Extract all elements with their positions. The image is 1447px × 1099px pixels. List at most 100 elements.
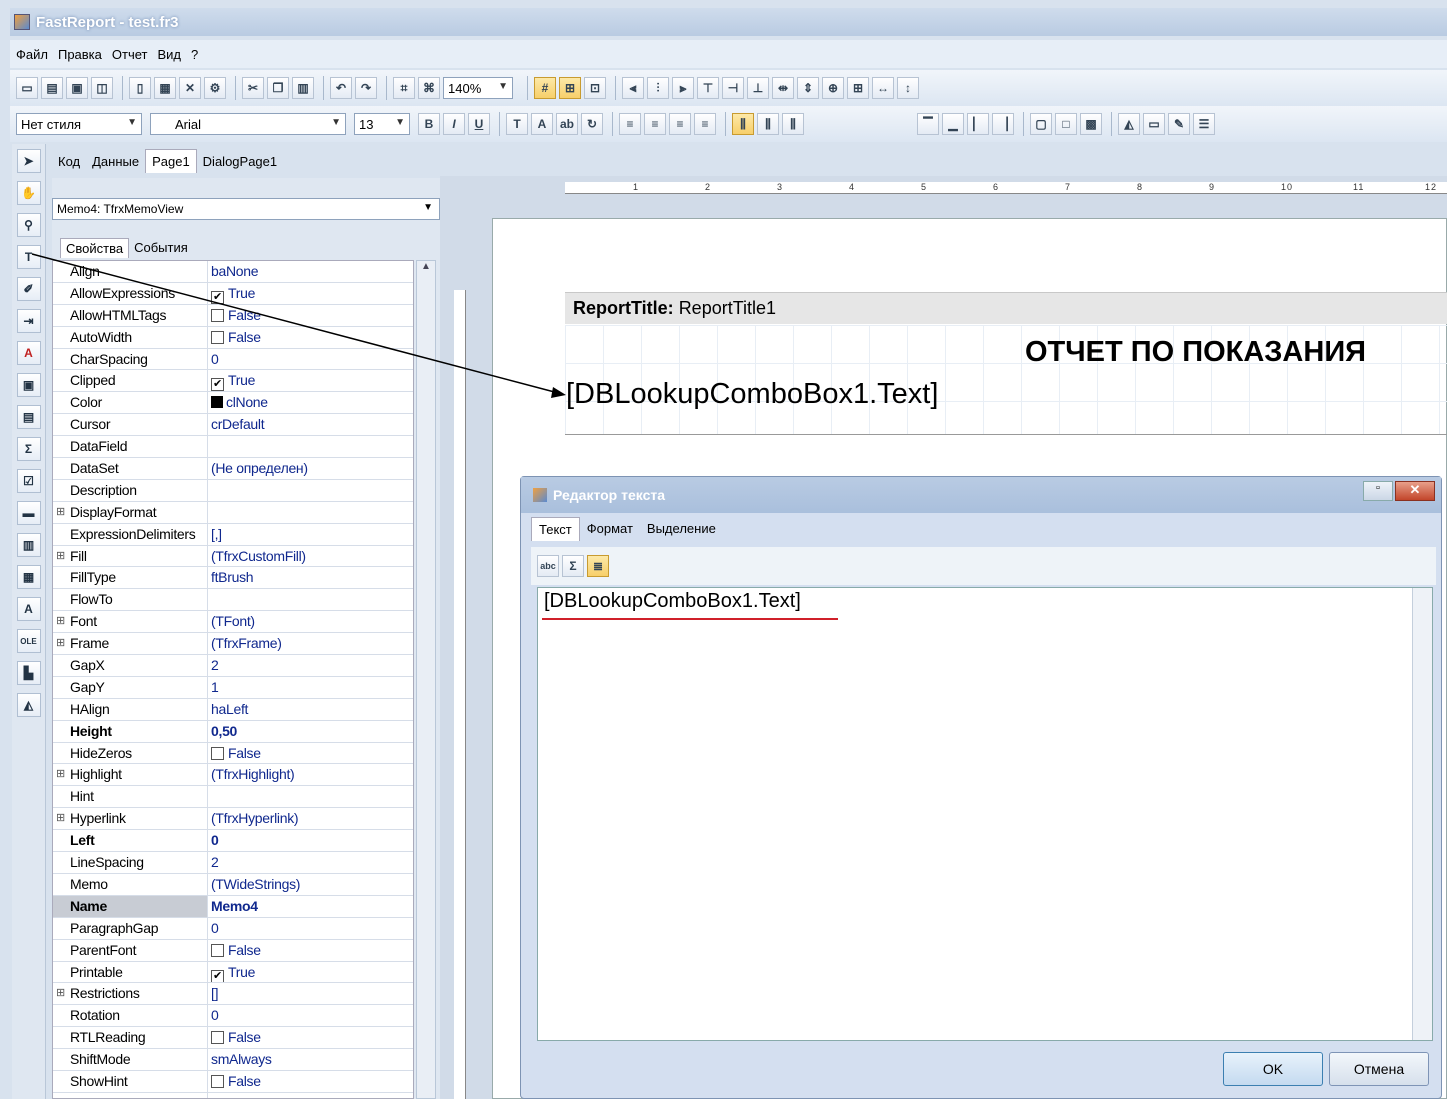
show-grid-icon[interactable]: # [534,77,556,99]
ungroup-icon[interactable]: ⌘ [418,77,440,99]
text-align-left-icon[interactable]: ≡ [619,113,641,135]
tab-format[interactable]: Формат [580,517,640,541]
property-value[interactable]: (TWideStrings) [208,874,413,895]
hand-tool-icon[interactable]: ✋ [16,181,41,205]
property-row[interactable]: ParagraphGap 0 [53,917,413,940]
property-value[interactable]: smAlways [208,1049,413,1070]
editor-scrollbar[interactable] [1412,588,1432,1040]
property-row[interactable]: DataField [53,436,413,459]
fill-color-icon[interactable]: ◭ [1118,113,1140,135]
align-top-icon[interactable]: ⊤ [697,77,719,99]
property-row[interactable]: Name Memo4 [53,895,413,918]
checkbox-object-icon[interactable]: ☑ [16,469,41,493]
restore-icon[interactable]: ▫ [1363,481,1393,501]
frame-left-icon[interactable]: ▏ [967,113,989,135]
space-vert-icon[interactable]: ⇕ [797,77,819,99]
memo4-object[interactable]: [DBLookupComboBox1.Text] [566,378,938,411]
property-row[interactable]: Highlight(TfrxHighlight) [53,764,413,787]
cancel-button[interactable]: Отмена [1329,1052,1429,1086]
tab-data[interactable]: Данные [86,150,145,173]
text-tool-icon[interactable]: T [16,245,41,269]
valign-center-icon[interactable]: ⫼ [757,113,779,135]
property-row[interactable]: Rotation 0 [53,1005,413,1028]
property-row[interactable]: Printable ✔ True [53,961,413,984]
insert-expression-icon[interactable]: abc [537,555,559,577]
property-value[interactable]: 1 [208,677,413,698]
cut-icon[interactable]: ✂ [242,77,264,99]
property-value[interactable] [208,589,413,610]
style-combo[interactable]: Нет стиля ▼ [16,113,142,135]
property-value[interactable]: [] [208,983,413,1004]
center-horz-icon[interactable]: ⊕ [822,77,844,99]
checkbox-icon[interactable] [211,308,224,322]
property-row[interactable]: GapY 1 [53,676,413,699]
property-value[interactable]: (TfrxHyperlink) [208,808,413,829]
frame-style-icon[interactable]: ✎ [1168,113,1190,135]
checkbox-icon[interactable]: ✔ [211,290,224,304]
property-row[interactable]: FillType ftBrush [53,567,413,590]
chart-object-icon[interactable]: ▙ [16,661,41,685]
frame-color-icon[interactable]: ▭ [1143,113,1165,135]
property-value[interactable]: 0,50 [208,721,413,742]
property-row[interactable]: Restrictions[] [53,983,413,1006]
checkbox-icon[interactable] [211,1031,224,1045]
save-icon[interactable]: ▣ [66,77,88,99]
center-vert-icon[interactable]: ⊞ [847,77,869,99]
close-icon[interactable]: ✕ [1395,481,1435,501]
line-object-icon[interactable]: ▬ [16,501,41,525]
property-value[interactable] [208,436,413,457]
property-value[interactable]: False [208,1027,413,1048]
picture-object-icon[interactable]: ▣ [16,373,41,397]
property-row[interactable]: CharSpacing 0 [53,348,413,371]
object-selector[interactable]: Memo4: TfrxMemoView ▼ [52,198,440,220]
property-value[interactable]: False [208,327,413,348]
same-height-icon[interactable]: ↕ [897,77,919,99]
property-row[interactable]: HideZeros False [53,742,413,765]
new-page-icon[interactable]: ▯ [129,77,151,99]
property-value[interactable]: haLeft [208,699,413,720]
editor-textarea[interactable]: [DBLookupComboBox1.Text] [537,587,1433,1041]
property-value[interactable]: (TfrxHighlight) [208,764,413,785]
property-value[interactable]: 2 [208,655,413,676]
subreport-icon[interactable]: ▤ [16,405,41,429]
checkbox-icon[interactable]: ✔ [211,969,224,983]
fit-to-grid-icon[interactable]: ⊡ [584,77,606,99]
word-wrap-icon[interactable]: ≣ [587,555,609,577]
checkbox-icon[interactable]: ✔ [211,378,224,392]
frame-width-icon[interactable]: ☰ [1193,113,1215,135]
checkbox-icon[interactable] [211,1074,224,1088]
band-header[interactable]: ReportTitle: ReportTitle1 [565,292,1447,324]
menu-view[interactable]: Вид [157,47,181,62]
menu-help[interactable]: ? [191,47,198,62]
ole-object-icon[interactable]: OLE [16,629,41,653]
new-dialog-icon[interactable]: ▦ [154,77,176,99]
property-value[interactable]: False [208,940,413,961]
tab-properties[interactable]: Свойства [60,238,130,258]
property-value[interactable]: False [208,305,413,326]
copy-icon[interactable]: ❐ [267,77,289,99]
text-object-icon[interactable]: A [16,341,41,365]
align-to-grid-icon[interactable]: ⊞ [559,77,581,99]
text-justify-icon[interactable]: ≡ [694,113,716,135]
property-value[interactable]: ✔ True [208,962,413,983]
property-row[interactable]: LineSpacing 2 [53,852,413,874]
rotation-icon[interactable]: ↻ [581,113,603,135]
property-row[interactable]: ShowHint False [53,1070,413,1093]
system-text-icon[interactable]: Σ [16,437,41,461]
report-title-text[interactable]: ОТЧЕТ ПО ПОКАЗАНИЯ [1025,336,1366,369]
checkbox-icon[interactable] [211,330,224,344]
ok-button[interactable]: OK [1223,1052,1323,1086]
align-bottom-icon[interactable]: ⊥ [747,77,769,99]
menu-report[interactable]: Отчет [112,47,148,62]
property-value[interactable]: smDontStretch [208,1093,413,1098]
property-row[interactable]: Cursor crDefault [53,414,413,437]
highlight-icon[interactable]: ab [556,113,578,135]
text-align-right-icon[interactable]: ≡ [669,113,691,135]
page-settings-icon[interactable]: ⚙ [204,77,226,99]
property-value[interactable]: ✔ True [208,370,413,392]
property-row[interactable]: Left 0 [53,830,413,853]
property-value[interactable]: (Не определен) [208,458,413,479]
property-row[interactable]: Clipped ✔ True [53,370,413,393]
property-value[interactable]: clNone [208,392,413,413]
zoom-combo[interactable]: 140% ▼ [443,77,513,99]
